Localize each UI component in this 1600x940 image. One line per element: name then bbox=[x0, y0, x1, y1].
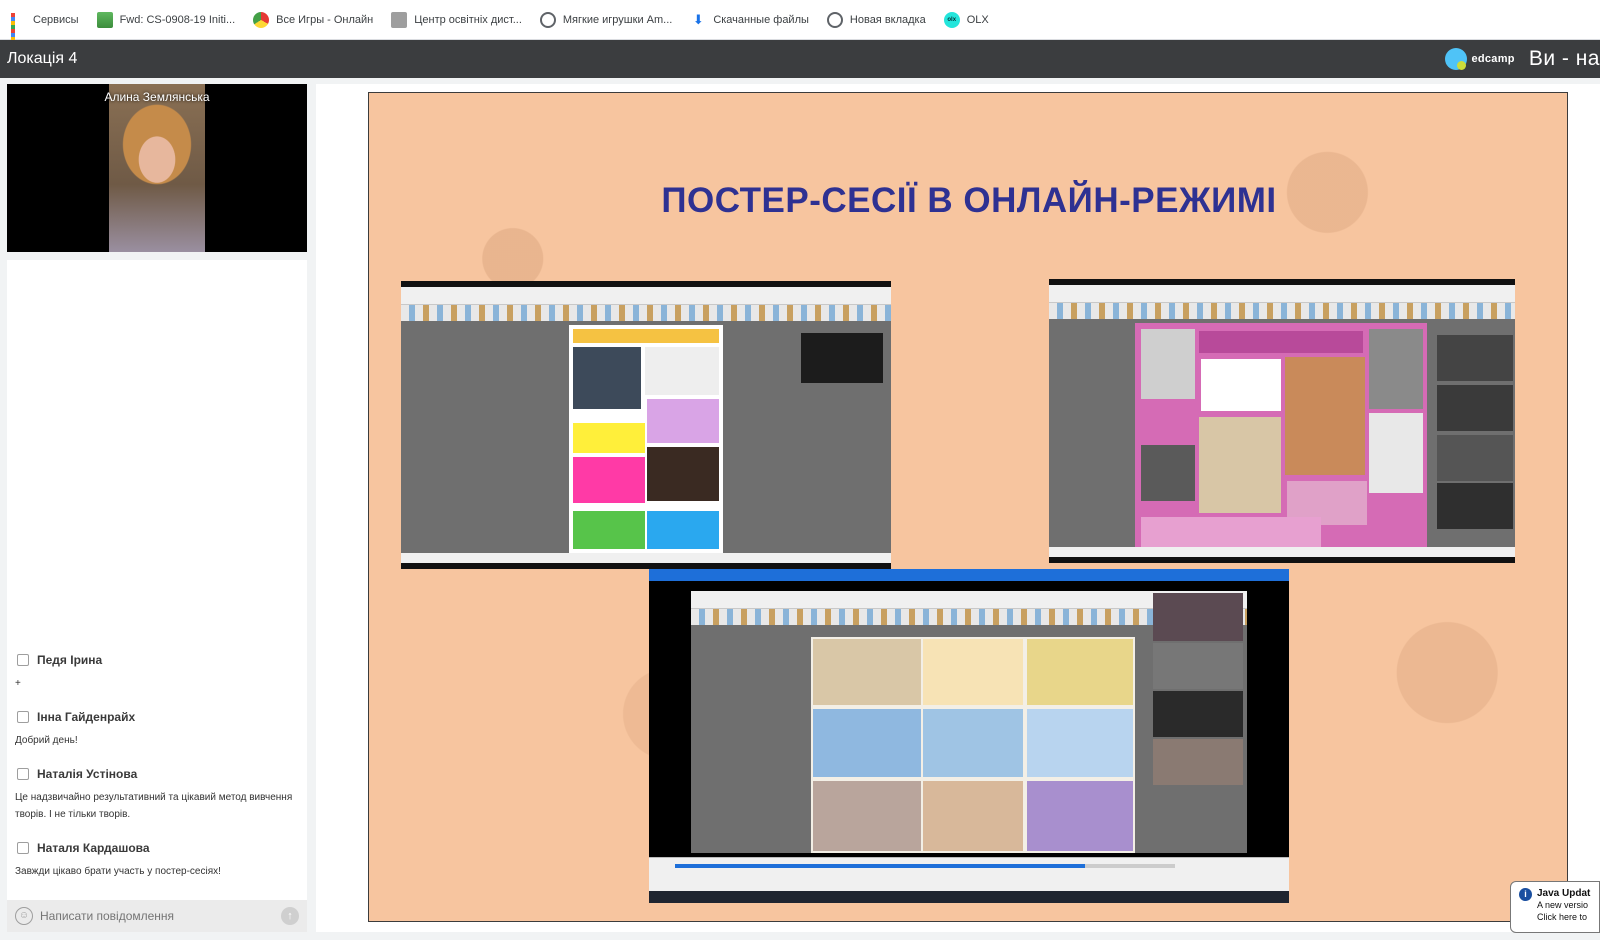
chat-message-input[interactable] bbox=[40, 909, 281, 923]
user-icon bbox=[17, 842, 29, 854]
user-icon bbox=[17, 654, 29, 666]
poster-screenshot-2 bbox=[1049, 279, 1515, 563]
video-thumbnail bbox=[1437, 483, 1513, 529]
bookmark-new-tab[interactable]: Новая вкладка bbox=[826, 11, 926, 28]
presentation-slide: ПОСТЕР-СЕСІЇ В ОНЛАЙН-РЕЖИМІ bbox=[368, 92, 1568, 922]
info-icon: i bbox=[1519, 888, 1532, 901]
message-author: Наталя Кардашова bbox=[15, 841, 299, 855]
vlc-seek-bar bbox=[675, 864, 1175, 868]
games-icon bbox=[253, 11, 270, 28]
olx-icon: olx bbox=[943, 11, 960, 28]
app-toolbar bbox=[401, 305, 891, 321]
author-name: Педя Ірина bbox=[37, 653, 103, 667]
participant-video[interactable]: Алина Землянська bbox=[7, 84, 307, 252]
poster-image bbox=[569, 325, 723, 555]
message-author: Інна Гайденрайх bbox=[15, 710, 299, 724]
participant-name: Алина Землянська bbox=[104, 90, 210, 104]
bookmarks-bar: Сервисы Fwd: CS-0908-19 Initi... Все Игр… bbox=[0, 0, 1600, 49]
bookmark-soft-toys[interactable]: Мягкие игрушки Am... bbox=[539, 11, 673, 28]
video-thumbnail bbox=[1153, 739, 1243, 785]
participant-photo bbox=[109, 84, 205, 252]
bookmark-downloads[interactable]: ⬇ Скачанные файлы bbox=[690, 12, 809, 28]
bookmark-label: Все Игры - Онлайн bbox=[276, 13, 374, 26]
chat-message: Інна Гайденрайх Добрий день! bbox=[15, 710, 299, 749]
video-thumbnail bbox=[1153, 691, 1243, 737]
chat-message: Наталія Устінова Це надзвичайно результа… bbox=[15, 767, 299, 823]
app-menubar bbox=[401, 287, 891, 305]
vlc-player-screenshot bbox=[649, 569, 1289, 903]
message-text: Добрий день! bbox=[15, 735, 78, 746]
windows-taskbar bbox=[649, 891, 1289, 903]
java-update-notification[interactable]: i Java Updat A new versio Click here to bbox=[1510, 881, 1600, 933]
bookmark-fwd-mail[interactable]: Fwd: CS-0908-19 Initi... bbox=[96, 11, 236, 28]
app-statusbar bbox=[401, 553, 891, 563]
bookmark-olx[interactable]: olx OLX bbox=[943, 11, 989, 28]
slide-title: ПОСТЕР-СЕСІЇ В ОНЛАЙН-РЕЖИМІ bbox=[661, 181, 1277, 220]
user-icon bbox=[17, 711, 29, 723]
video-thumbnail bbox=[1437, 335, 1513, 381]
bookmark-label: Сервисы bbox=[33, 13, 79, 26]
poster-image bbox=[1135, 323, 1427, 553]
edcamp-logo: edcamp bbox=[1445, 48, 1515, 70]
apps-icon bbox=[10, 12, 26, 49]
author-name: Наталія Устінова bbox=[37, 767, 138, 781]
vlc-controls bbox=[649, 857, 1289, 891]
edcamp-logo-icon bbox=[1445, 48, 1468, 70]
send-icon[interactable]: ↑ bbox=[281, 907, 299, 925]
app-menubar bbox=[1049, 285, 1515, 303]
vlc-titlebar bbox=[649, 569, 1289, 581]
bookmark-label: Новая вкладка bbox=[849, 13, 926, 26]
bookmark-education-center[interactable]: Центр освітніх дист... bbox=[391, 11, 522, 28]
chat-panel: Педя Ірина + Інна Гайденрайх Добрий день… bbox=[7, 260, 307, 932]
globe-icon bbox=[826, 11, 843, 28]
location-title: Локація 4 bbox=[7, 50, 78, 67]
message-text: Завжди цікаво брати участь у постер-сесі… bbox=[15, 866, 221, 877]
edcamp-wordmark: edcamp bbox=[1471, 53, 1515, 65]
message-author: Наталія Устінова bbox=[15, 767, 299, 781]
video-thumbnail bbox=[801, 333, 883, 383]
java-popup-title: Java Updat bbox=[1537, 888, 1591, 899]
bookmark-label: Мягкие игрушки Am... bbox=[562, 13, 673, 26]
message-author: Педя Ірина bbox=[15, 653, 299, 667]
java-popup-line: A new versio bbox=[1537, 900, 1589, 910]
chat-messages: Педя Ірина + Інна Гайденрайх Добрий день… bbox=[7, 635, 307, 880]
user-icon bbox=[17, 768, 29, 780]
bookmark-label: Центр освітніх дист... bbox=[414, 13, 522, 26]
bookmark-services[interactable]: Сервисы bbox=[10, 12, 79, 49]
java-popup-link[interactable]: Click here to bbox=[1537, 911, 1590, 923]
video-thumbnail bbox=[1437, 385, 1513, 431]
message-text: Це надзвичайно результативний та цікавий… bbox=[15, 792, 293, 820]
author-name: Інна Гайденрайх bbox=[37, 710, 136, 724]
app-header: Локація 4 edcamp Ви - на bbox=[0, 40, 1600, 78]
live-status-text: Ви - на bbox=[1528, 47, 1600, 70]
video-thumbnail bbox=[1153, 643, 1243, 689]
download-icon: ⬇ bbox=[692, 11, 704, 27]
chat-message: Наталя Кардашова Завжди цікаво брати уча… bbox=[15, 841, 299, 880]
bookmark-label: Fwd: CS-0908-19 Initi... bbox=[119, 13, 236, 26]
chat-input-row: ☺ ↑ bbox=[7, 900, 307, 932]
poster-image bbox=[811, 637, 1135, 853]
app-toolbar bbox=[1049, 303, 1515, 319]
vlc-video-area bbox=[691, 591, 1247, 853]
poster-screenshot-1 bbox=[401, 281, 891, 569]
bookmark-label: OLX bbox=[966, 13, 989, 26]
bookmark-label: Скачанные файлы bbox=[713, 13, 809, 26]
chat-message: Педя Ірина + bbox=[15, 653, 299, 692]
author-name: Наталя Кардашова bbox=[37, 841, 150, 855]
document-icon bbox=[391, 11, 408, 28]
mail-icon bbox=[96, 11, 113, 28]
globe-icon bbox=[539, 11, 556, 28]
video-thumbnail bbox=[1153, 593, 1243, 641]
message-text: + bbox=[15, 678, 21, 689]
app-statusbar bbox=[1049, 547, 1515, 557]
video-thumbnail bbox=[1437, 435, 1513, 481]
bookmark-games[interactable]: Все Игры - Онлайн bbox=[253, 11, 374, 28]
emoji-icon[interactable]: ☺ bbox=[15, 907, 33, 925]
